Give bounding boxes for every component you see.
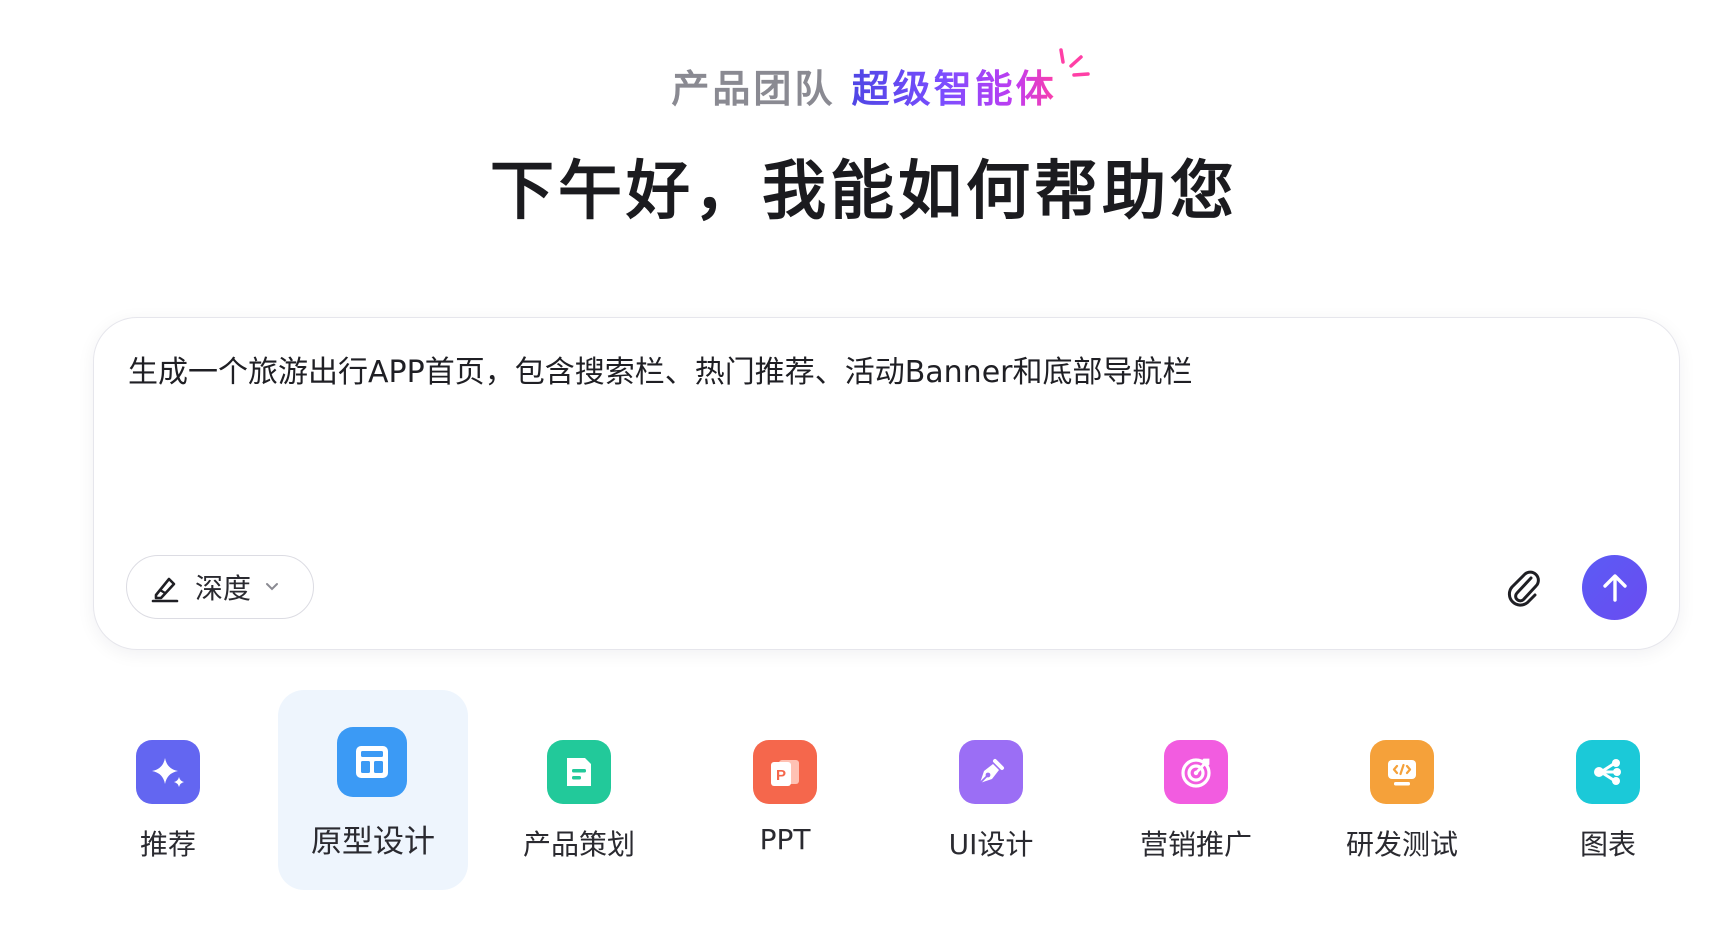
greeting-title: 下午好，我能如何帮助您 [490,155,1238,229]
category-label: 原型设计 [311,824,435,860]
document-icon [547,740,611,804]
category-label: PPT [759,823,811,856]
svg-text:P: P [776,767,786,784]
prompt-input[interactable]: 生成一个旅游出行APP首页，包含搜索栏、热门推荐、活动Banner和底部导航栏 [128,352,1628,394]
paperclip-icon[interactable] [1502,566,1546,610]
category-label: UI设计 [948,828,1034,861]
category-charts[interactable]: 图表 [1513,690,1703,890]
category-label: 研发测试 [1345,828,1458,861]
category-label: 推荐 [139,828,196,861]
category-label: 图表 [1579,828,1636,861]
category-prototype[interactable]: 原型设计 [278,690,468,890]
mode-label: 深度 [195,572,252,605]
tagline-highlight: 超级智能体 [851,67,1057,111]
sparkle-accent-icon [1058,48,1090,77]
mode-selector-button[interactable]: 深度 [126,555,314,619]
pen-sparkle-icon [151,577,179,603]
category-product-planning[interactable]: 产品策划 [484,690,674,890]
send-button[interactable] [1582,555,1647,620]
pen-nib-icon [959,740,1023,804]
tagline: 产品团队 超级智能体 [0,48,1728,113]
target-icon [1164,740,1228,804]
share-nodes-icon [1576,740,1640,804]
category-recommend[interactable]: 推荐 [73,690,263,890]
layout-icon [337,727,407,797]
category-marketing[interactable]: 营销推广 [1101,690,1291,890]
category-bar: 推荐 原型设计 产品策划 P PPT UI设计 营销推广 研发测试 图表 [0,690,1728,890]
category-dev-testing[interactable]: 研发测试 [1307,690,1497,890]
prompt-composer: 生成一个旅游出行APP首页，包含搜索栏、热门推荐、活动Banner和底部导航栏 … [93,317,1680,650]
category-label: 产品策划 [522,828,635,861]
sparkle-icon [136,740,200,804]
category-label: 营销推广 [1139,828,1252,861]
ppt-icon: P [753,740,817,804]
category-ppt[interactable]: P PPT [690,690,880,890]
tagline-prefix: 产品团队 [671,67,836,111]
category-ui-design[interactable]: UI设计 [896,690,1086,890]
arrow-up-icon [1602,573,1627,602]
chevron-down-icon [266,583,279,591]
code-monitor-icon [1370,740,1434,804]
